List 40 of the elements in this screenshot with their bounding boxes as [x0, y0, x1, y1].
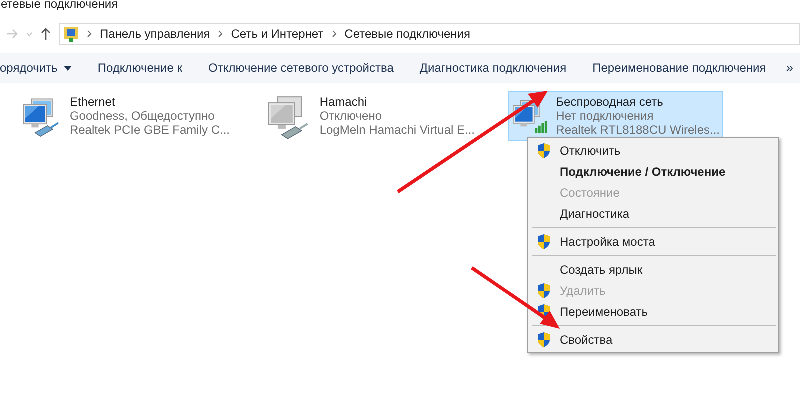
adapter-status: Нет подключения — [556, 109, 655, 123]
menu-item[interactable]: Отключить — [528, 140, 778, 161]
shield-icon — [537, 234, 551, 250]
toolbar-button[interactable]: Диагностика подключения — [420, 59, 567, 77]
shield-icon — [537, 282, 551, 298]
chevron-icon — [332, 30, 337, 38]
toolbar-button[interactable]: Подключение к — [98, 59, 183, 77]
address-bar[interactable]: Панель управления Сеть и Интернет Сетевые подключения — [59, 23, 800, 45]
chevron-icon — [218, 30, 224, 38]
adapter-item[interactable]: Ethernet Goodness, Общедоступно Realtek PCIe GBE Family C... — [18, 91, 233, 141]
adapter-status: Goodness, Общедоступно — [70, 109, 216, 123]
breadcrumb-item[interactable]: Сетевые подключения — [344, 25, 470, 43]
menu-item[interactable]: Подключение / Отключение — [528, 161, 778, 182]
adapter-device: Realtek RTL8188CU Wireles... — [556, 123, 720, 137]
more-button[interactable]: » — [786, 58, 794, 78]
shield-icon — [537, 332, 551, 348]
adapter-item[interactable]: Hamachi Отключено LogMeln Hamachi Virtual E... — [263, 91, 478, 141]
network-folder-icon — [63, 26, 79, 42]
adapter-name: Беспроводная сеть — [556, 95, 664, 109]
window-title: етевые подключения — [1, 0, 118, 11]
toolbar-button[interactable]: Переименование подключения — [592, 59, 766, 77]
toolbar-button[interactable]: орядочить — [0, 59, 72, 77]
menu-item[interactable]: Свойства — [528, 329, 778, 350]
adapter-name: Hamachi — [320, 95, 368, 109]
breadcrumb-item[interactable]: Панель управления — [100, 25, 210, 43]
up-arrow-icon[interactable] — [41, 28, 51, 40]
adapter-status: Отключено — [320, 109, 383, 123]
chevron-icon[interactable] — [26, 32, 33, 36]
menu-item[interactable]: Настройка моста — [528, 231, 778, 252]
adapter-device: LogMeln Hamachi Virtual E... — [320, 123, 475, 137]
shield-icon — [537, 142, 551, 158]
menu-item[interactable]: Создать ярлык — [528, 259, 778, 280]
adapter-name: Ethernet — [70, 95, 116, 109]
chevron-icon — [87, 30, 92, 38]
breadcrumb-item[interactable]: Сеть и Интернет — [231, 25, 324, 43]
adapter-device: Realtek PCIe GBE Family C... — [70, 123, 230, 137]
forward-icon[interactable] — [6, 29, 18, 39]
toolbar-button[interactable]: Отключение сетевого устройства — [208, 59, 394, 77]
adapter-item[interactable]: Беспроводная сеть Нет подключения Realtek RTL8188CU Wireles... — [508, 91, 723, 141]
menu-item[interactable]: Диагностика — [528, 203, 778, 224]
